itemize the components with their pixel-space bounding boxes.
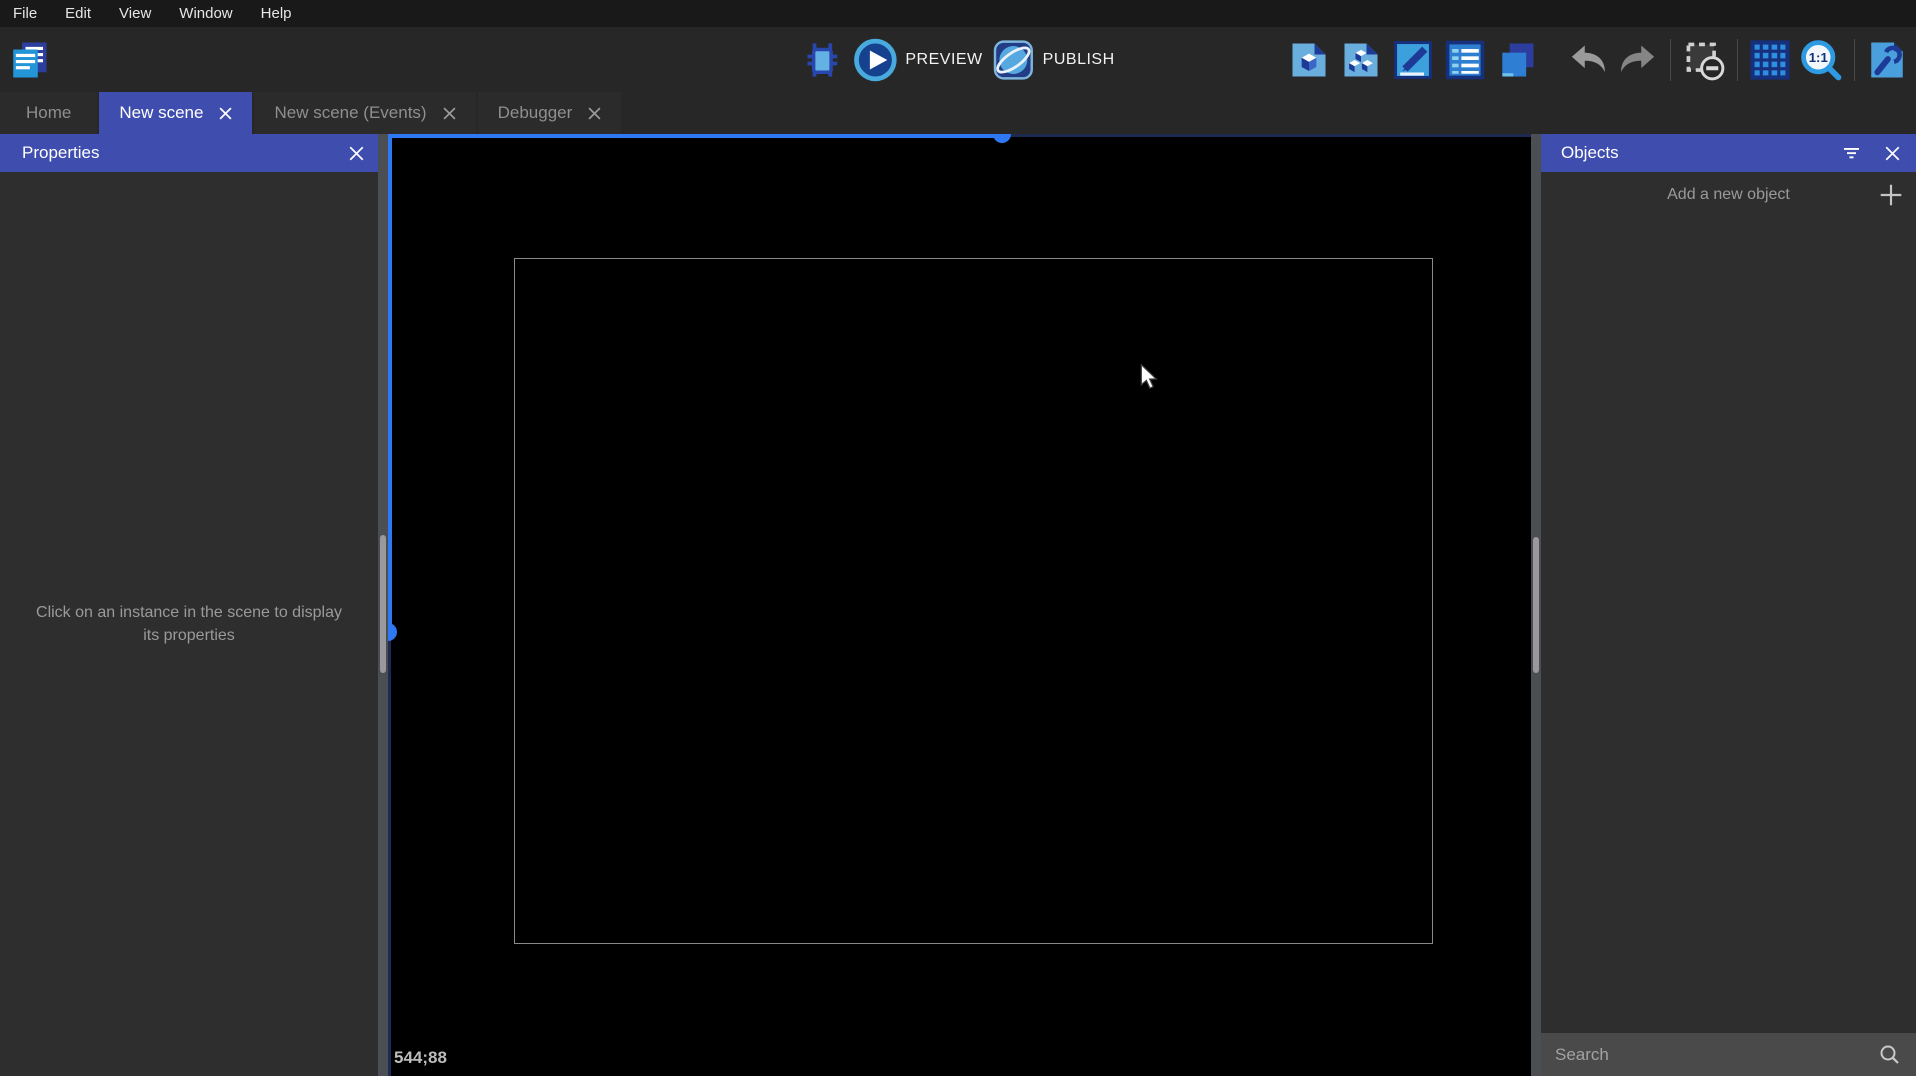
objects-panel: Objects Add a new object bbox=[1541, 134, 1916, 1076]
tab-new-scene-events[interactable]: New scene (Events) bbox=[254, 92, 475, 134]
toolbar-separator bbox=[1670, 39, 1671, 81]
settings-wrench-icon bbox=[1866, 39, 1908, 81]
publish-button[interactable]: PUBLISH bbox=[993, 39, 1115, 81]
properties-panel-body: Click on an instance in the scene to dis… bbox=[0, 172, 378, 1076]
project-manager-icon bbox=[8, 38, 50, 82]
properties-panel: Properties Click on an instance in the s… bbox=[0, 134, 378, 1076]
properties-empty-hint: Click on an instance in the scene to dis… bbox=[34, 601, 344, 647]
close-icon[interactable] bbox=[219, 107, 232, 120]
zoom-1-1-icon: 1:1 bbox=[1799, 38, 1843, 82]
menu-item-help[interactable]: Help bbox=[261, 5, 292, 22]
left-panel-divider[interactable] bbox=[378, 134, 388, 1076]
selection-resize-handle-left[interactable] bbox=[388, 623, 397, 641]
grid-toggle-button[interactable] bbox=[1749, 39, 1791, 81]
tab-bar: Home New scene New scene (Events) Debugg… bbox=[0, 92, 1916, 134]
scene-canvas[interactable]: 544;88 bbox=[388, 134, 1531, 1076]
right-panel-divider[interactable] bbox=[1531, 134, 1541, 1076]
instances-list-button[interactable] bbox=[1443, 38, 1487, 82]
publish-icon bbox=[993, 39, 1035, 81]
close-icon[interactable] bbox=[1885, 146, 1900, 161]
redo-icon bbox=[1617, 42, 1659, 78]
redo-button[interactable] bbox=[1617, 42, 1659, 78]
object-groups-button[interactable] bbox=[1391, 38, 1435, 82]
tab-new-scene[interactable]: New scene bbox=[99, 92, 252, 134]
layers-icon bbox=[1495, 38, 1539, 82]
menu-bar: File Edit View Window Help bbox=[0, 0, 1916, 27]
scene-properties-button[interactable] bbox=[1287, 38, 1331, 82]
editor-settings-button[interactable] bbox=[1866, 39, 1908, 81]
menu-item-file[interactable]: File bbox=[13, 5, 37, 22]
canvas-right-scrollbar-thumb[interactable] bbox=[1533, 537, 1539, 673]
instances-list-icon bbox=[1443, 38, 1487, 82]
grid-icon bbox=[1749, 39, 1791, 81]
add-object-row[interactable]: Add a new object bbox=[1541, 172, 1916, 218]
svg-text:1:1: 1:1 bbox=[1809, 50, 1828, 65]
undo-button[interactable] bbox=[1567, 42, 1609, 78]
project-manager-button[interactable] bbox=[7, 37, 51, 83]
objects-search-bar bbox=[1541, 1033, 1916, 1076]
close-icon[interactable] bbox=[349, 146, 364, 161]
properties-panel-header: Properties bbox=[0, 134, 378, 172]
objects-list-button[interactable] bbox=[1339, 38, 1383, 82]
add-object-button[interactable] bbox=[1878, 182, 1904, 208]
objects-list-empty-area bbox=[1541, 218, 1916, 1033]
tab-home[interactable]: Home bbox=[0, 92, 97, 134]
selection-top-edge bbox=[388, 134, 1003, 138]
menu-item-edit[interactable]: Edit bbox=[65, 5, 91, 22]
game-window-frame bbox=[514, 258, 1433, 944]
zoom-reset-button[interactable]: 1:1 bbox=[1799, 38, 1843, 82]
mouse-cursor-icon bbox=[1140, 364, 1158, 390]
objects-panel-header: Objects bbox=[1541, 134, 1916, 172]
menu-item-window[interactable]: Window bbox=[179, 5, 232, 22]
cursor-coordinates-label: 544;88 bbox=[394, 1048, 447, 1068]
canvas-top-border bbox=[1003, 134, 1531, 137]
publish-label: PUBLISH bbox=[1043, 51, 1115, 69]
tab-label: Debugger bbox=[498, 103, 573, 123]
clear-selection-button[interactable] bbox=[1682, 38, 1726, 82]
menu-item-view[interactable]: View bbox=[119, 5, 151, 22]
tab-label: New scene (Events) bbox=[274, 103, 426, 123]
objects-panel-title: Objects bbox=[1561, 143, 1619, 163]
clear-selection-icon bbox=[1682, 38, 1726, 82]
layers-button[interactable] bbox=[1495, 38, 1539, 82]
plus-icon bbox=[1878, 182, 1904, 208]
toolbar-separator bbox=[1854, 39, 1855, 81]
tab-label: Home bbox=[26, 103, 71, 123]
tab-debugger[interactable]: Debugger bbox=[478, 92, 622, 134]
filter-icon[interactable] bbox=[1843, 146, 1861, 160]
search-icon bbox=[1878, 1043, 1902, 1067]
tab-label: New scene bbox=[119, 103, 203, 123]
undo-icon bbox=[1567, 42, 1609, 78]
close-icon[interactable] bbox=[443, 107, 456, 120]
preview-play-icon bbox=[853, 38, 897, 82]
debug-button[interactable] bbox=[801, 39, 843, 81]
object-groups-pencil-icon bbox=[1391, 38, 1435, 82]
toolbar-separator bbox=[1737, 39, 1738, 81]
preview-label: PREVIEW bbox=[905, 51, 982, 69]
close-icon[interactable] bbox=[588, 107, 601, 120]
canvas-left-border bbox=[388, 632, 391, 1076]
debug-bug-icon bbox=[801, 39, 843, 81]
canvas-left-scrollbar-thumb[interactable] bbox=[380, 535, 386, 673]
search-input[interactable] bbox=[1555, 1045, 1878, 1065]
selection-left-edge bbox=[388, 134, 392, 632]
app-window: File Edit View Window Help bbox=[0, 0, 1916, 1076]
properties-panel-title: Properties bbox=[22, 143, 99, 163]
objects-list-icon bbox=[1339, 38, 1383, 82]
selection-resize-handle-top[interactable] bbox=[993, 134, 1011, 143]
preview-button[interactable]: PREVIEW bbox=[853, 38, 982, 82]
scene-properties-icon bbox=[1287, 38, 1331, 82]
add-object-label: Add a new object bbox=[1667, 186, 1790, 204]
toolbar: PREVIEW PUBLISH bbox=[0, 27, 1916, 92]
